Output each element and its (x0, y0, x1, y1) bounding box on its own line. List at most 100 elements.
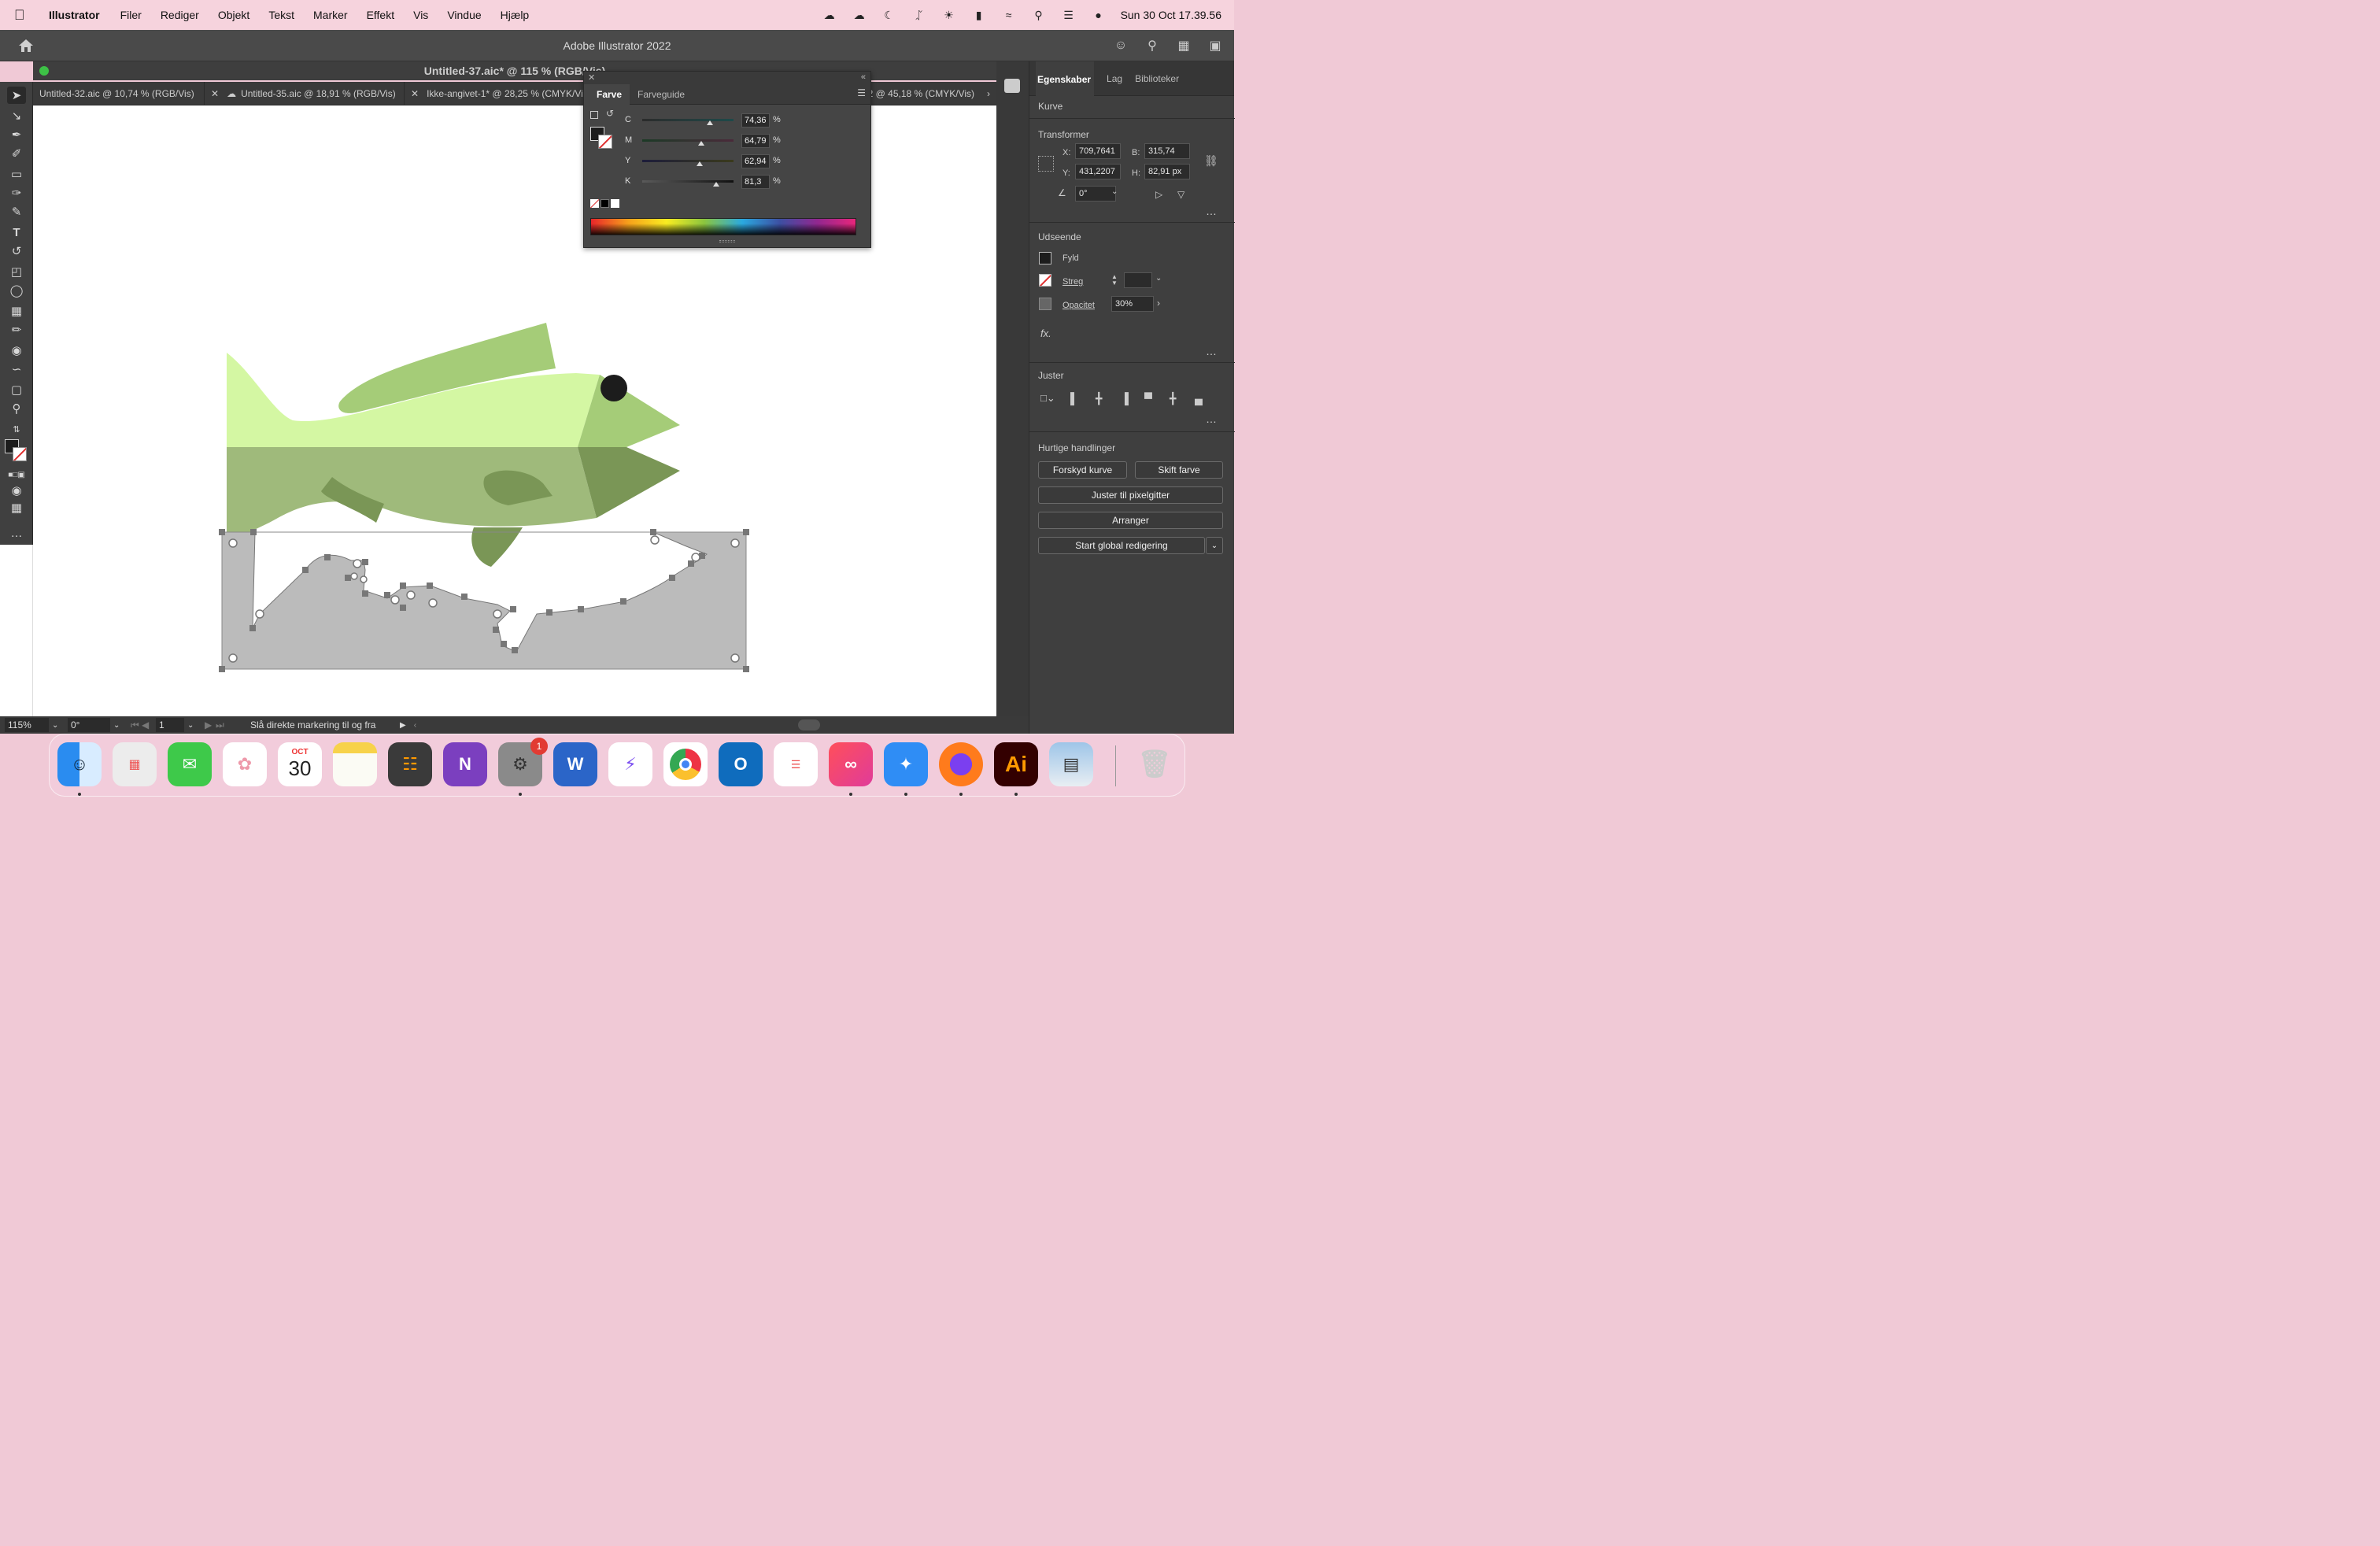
menu-tekst[interactable]: Tekst (259, 9, 304, 21)
menu-vis[interactable]: Vis (404, 9, 438, 21)
lasso-tool-icon[interactable]: ◯ (7, 282, 26, 299)
chrome-icon[interactable] (663, 742, 708, 786)
collapse-icon[interactable]: « (861, 72, 866, 82)
stroke-color-swatch[interactable] (1039, 274, 1051, 287)
width-field[interactable]: 315,74 px (1144, 143, 1190, 159)
y-slider-track[interactable] (642, 160, 734, 162)
reference-point-icon[interactable] (1038, 156, 1054, 172)
outlook-icon[interactable]: O (719, 742, 763, 786)
global-edit-dropdown-icon[interactable]: ⌄ (1206, 537, 1223, 554)
artboard-number-field[interactable]: 1 (156, 718, 184, 732)
status-info-arrow-icon[interactable]: ▶ (400, 721, 406, 730)
align-top-icon[interactable]: ▀ (1144, 392, 1152, 405)
align-left-icon[interactable]: ▌ (1070, 392, 1078, 405)
stroke-color-box[interactable] (598, 135, 612, 149)
tab-farveguide[interactable]: Farveguide (630, 89, 693, 100)
close-icon[interactable]: ✕ (588, 72, 595, 83)
align-right-icon[interactable]: ▐ (1121, 392, 1129, 405)
close-icon[interactable]: ✕ (211, 88, 219, 99)
m-value-field[interactable]: 64,79 (741, 134, 770, 148)
clock[interactable]: Sun 30 Oct 17.39.56 (1121, 9, 1221, 21)
rotate-dropdown-icon[interactable]: ⌄ (113, 721, 126, 730)
artboard-tool-icon[interactable]: ▢ (7, 381, 26, 398)
first-artboard-icon[interactable]: ⏮ (131, 719, 142, 731)
workspace-icon[interactable]: ▦ (1176, 38, 1192, 54)
blend-tool-icon[interactable]: ∽ (7, 361, 26, 378)
close-icon[interactable]: ✕ (411, 88, 419, 99)
battery-icon[interactable]: ▮ (971, 9, 987, 21)
stroke-weight-dropdown-icon[interactable]: ⌄ (1155, 274, 1162, 283)
opacity-field[interactable]: 30% (1111, 296, 1154, 312)
spotlight-icon[interactable]: ⚲ (1031, 9, 1047, 21)
menu-objekt[interactable]: Objekt (209, 9, 259, 21)
siri-icon[interactable]: ● (1091, 9, 1107, 21)
m-slider-track[interactable] (642, 139, 734, 142)
panel-menu-icon[interactable]: ☰ (857, 87, 866, 98)
tab-egenskaber[interactable]: Egenskaber (1036, 61, 1095, 96)
comments-icon[interactable] (1004, 79, 1020, 93)
home-icon[interactable] (17, 38, 35, 54)
align-hcenter-icon[interactable]: ╋ (1096, 392, 1102, 405)
zoom-tool-icon[interactable]: ⚲ (7, 400, 26, 417)
selection-tool-icon[interactable]: ➤ (7, 87, 26, 104)
tab-document-2[interactable]: ✕ ☁ Untitled-35.aic @ 18,91 % (RGB/Vis) (205, 81, 405, 105)
c-slider-thumb[interactable] (707, 120, 714, 125)
offset-path-button[interactable]: Forskyd kurve (1038, 461, 1127, 479)
calendar-icon[interactable]: OCT 30 (278, 742, 322, 786)
opacity-label[interactable]: Opacitet (1062, 301, 1095, 310)
menu-rediger[interactable]: Rediger (151, 9, 209, 21)
tab-lag[interactable]: Lag (1107, 73, 1122, 84)
color-mode-icon[interactable]: ■□▣ (7, 466, 26, 483)
photos-icon[interactable]: ✿ (223, 742, 267, 786)
y-value-field[interactable]: 62,94 (741, 154, 770, 168)
bluetooth-icon[interactable]: ᛢ (911, 9, 927, 21)
last-artboard-icon[interactable]: ⏭ (216, 719, 227, 731)
height-field[interactable]: 82,91 px (1144, 164, 1190, 179)
menu-app-name[interactable]: Illustrator (44, 9, 111, 21)
x-field[interactable]: 709,7641 (1075, 143, 1121, 159)
weather-icon[interactable]: ☀ (941, 9, 957, 21)
paintbrush-tool-icon[interactable]: ✑ (7, 184, 26, 202)
align-vcenter-icon[interactable]: ╋ (1170, 392, 1176, 405)
shaper-tool-icon[interactable]: ✎ (7, 203, 26, 220)
tabs-overflow-icon[interactable]: › (987, 88, 990, 99)
menu-marker[interactable]: Marker (304, 9, 357, 21)
flip-horizontal-icon[interactable]: ▷ (1155, 189, 1162, 200)
artboard-dropdown-icon[interactable]: ⌄ (187, 721, 200, 730)
menu-vindue[interactable]: Vindue (438, 9, 490, 21)
messages-icon[interactable]: ✉ (168, 742, 212, 786)
y-field[interactable]: 431,2207 (1075, 164, 1121, 179)
fish-eye[interactable] (601, 375, 627, 401)
screen-mode-icon[interactable]: ▦ (7, 499, 26, 516)
launchpad-icon[interactable]: ▦ (113, 742, 157, 786)
scroll-left-icon[interactable]: ‹ (414, 721, 416, 730)
white-swatch[interactable] (611, 199, 619, 208)
reminders-icon[interactable]: ☰ (774, 742, 818, 786)
constrain-proportions-icon[interactable]: ⛓ (1204, 154, 1218, 168)
window-zoom-button[interactable] (39, 66, 49, 76)
firefox-icon[interactable] (939, 742, 983, 786)
m-slider-thumb[interactable] (698, 141, 705, 146)
stroke-label[interactable]: Streg (1062, 277, 1083, 287)
angle-dropdown-icon[interactable]: ⌄ (1111, 187, 1118, 196)
more-options-icon[interactable]: … (1206, 345, 1218, 357)
start-global-edit-button[interactable]: Start global redigering (1038, 537, 1205, 554)
curvature-tool-icon[interactable]: ✐ (7, 145, 26, 162)
safari-icon[interactable]: ✦ (884, 742, 928, 786)
menu-filer[interactable]: Filer (111, 9, 151, 21)
horizontal-scrollbar-thumb[interactable] (798, 719, 820, 730)
messenger-icon[interactable]: ⚡ (608, 742, 652, 786)
control-center-icon[interactable]: ☰ (1061, 9, 1077, 21)
word-icon[interactable]: W (553, 742, 597, 786)
more-options-icon[interactable]: … (1206, 412, 1218, 425)
y-slider-thumb[interactable] (697, 161, 703, 166)
eraser-tool-icon[interactable]: ◰ (7, 263, 26, 280)
tab-biblioteker[interactable]: Biblioteker (1135, 73, 1179, 84)
k-slider-thumb[interactable] (713, 182, 720, 187)
fish-lower-fin-right[interactable] (471, 527, 523, 567)
resize-grip-icon[interactable] (719, 240, 735, 242)
prev-artboard-icon[interactable]: ◀ (142, 719, 153, 730)
angle-field[interactable]: 0° (1075, 186, 1116, 202)
arrange-button[interactable]: Arranger (1038, 512, 1223, 529)
cloud-sync-icon[interactable]: ☁ (852, 9, 867, 21)
